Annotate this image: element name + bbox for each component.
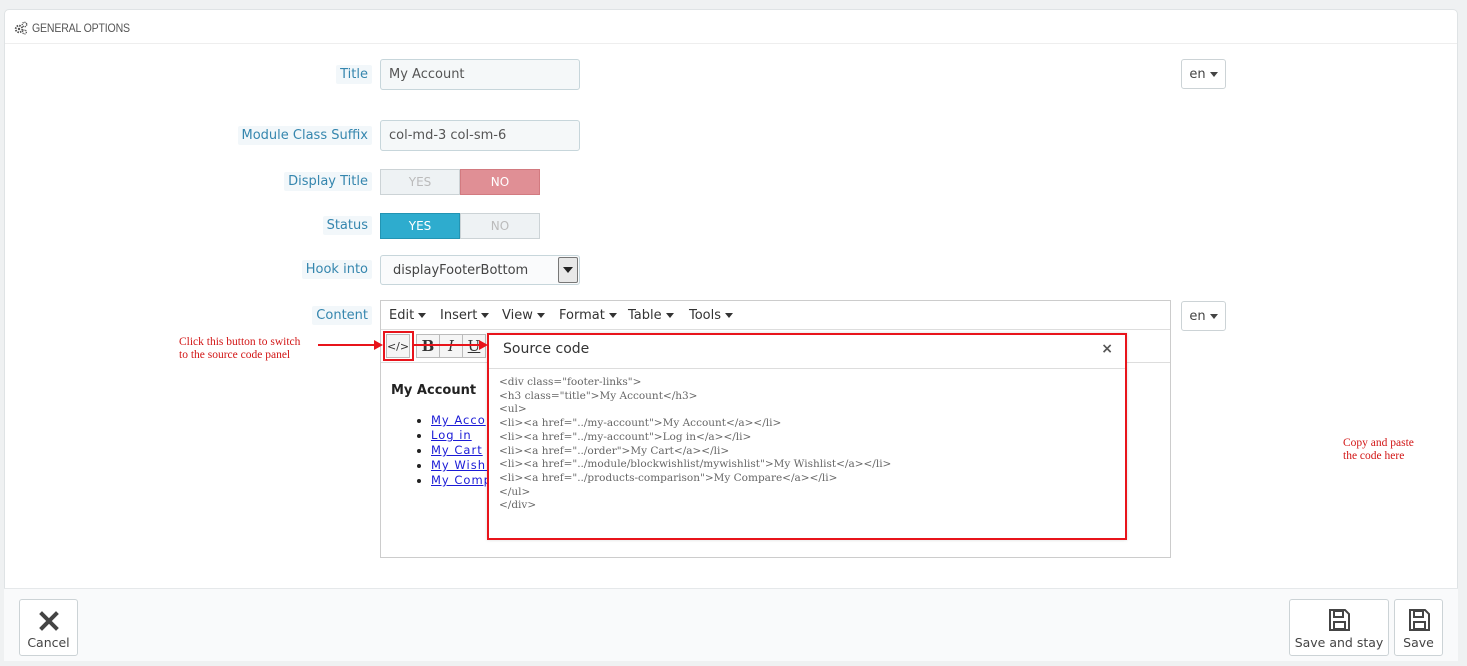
title-label-wrap: Title xyxy=(0,65,372,87)
menu-insert[interactable]: Insert xyxy=(440,308,490,323)
content-label: Content xyxy=(312,306,372,325)
hook-label-wrap: Hook into xyxy=(0,260,372,282)
display-title-label-wrap: Display Title xyxy=(0,172,372,194)
cancel-button[interactable]: Cancel xyxy=(19,599,78,656)
source-code-textarea[interactable]: <div class="footer-links"> <h3 class="ti… xyxy=(499,376,891,513)
caret-down-icon xyxy=(608,313,617,318)
source-dialog-header: Source code × xyxy=(489,335,1125,369)
close-icon[interactable]: × xyxy=(1101,341,1113,357)
suffix-label-wrap: Module Class Suffix xyxy=(0,126,372,148)
menu-table[interactable]: Table xyxy=(628,308,674,323)
source-code-dialog: Source code × <div class="footer-links">… xyxy=(487,333,1127,540)
title-input[interactable]: My Account xyxy=(380,59,580,90)
display-title-no[interactable]: NO xyxy=(460,169,540,195)
arrow-head-icon xyxy=(479,340,488,350)
caret-down-icon xyxy=(665,313,674,318)
editor-link[interactable]: My Acco xyxy=(431,413,492,428)
arrow-head-icon xyxy=(374,340,383,350)
annotation-arrow-2 xyxy=(414,344,482,346)
status-no[interactable]: NO xyxy=(460,213,540,239)
menu-format-label: Format xyxy=(559,308,605,323)
display-title-toggle[interactable]: YES NO xyxy=(380,169,540,195)
content-language-value: en xyxy=(1189,308,1206,324)
right-annotation-line1: Copy and paste xyxy=(1343,437,1414,449)
hook-select-value: displayFooterBottom xyxy=(393,263,529,278)
editor-link[interactable]: My Wishl xyxy=(431,458,492,473)
editor-link[interactable]: My Comp xyxy=(431,473,492,488)
menu-table-label: Table xyxy=(628,308,662,323)
left-annotation: Click this button to switch to the sourc… xyxy=(179,336,300,362)
menu-view-label: View xyxy=(502,308,533,323)
status-label-wrap: Status xyxy=(0,216,372,238)
display-title-label: Display Title xyxy=(284,172,372,191)
right-annotation-line2: the code here xyxy=(1343,450,1405,462)
save-icon xyxy=(1329,609,1350,631)
status-toggle[interactable]: YES NO xyxy=(380,213,540,239)
menu-tools-label: Tools xyxy=(689,308,722,323)
bold-icon[interactable]: B xyxy=(416,334,440,358)
editor-content[interactable]: My Account xyxy=(391,383,476,398)
menu-format[interactable]: Format xyxy=(559,308,617,323)
save-button[interactable]: Save xyxy=(1394,599,1443,656)
hook-label: Hook into xyxy=(301,260,372,279)
content-language-dropdown[interactable]: en xyxy=(1181,301,1226,331)
editor-link[interactable]: My Cart xyxy=(431,443,492,458)
dropdown-arrow-icon[interactable] xyxy=(558,257,578,283)
cancel-label: Cancel xyxy=(27,635,70,650)
menu-edit[interactable]: Edit xyxy=(389,308,427,323)
save-and-stay-button[interactable]: Save and stay xyxy=(1289,599,1389,656)
save-label: Save xyxy=(1403,635,1434,650)
source-dialog-title: Source code xyxy=(503,341,590,357)
panel-footer: Cancel Save and stay Save xyxy=(4,588,1458,661)
editor-link[interactable]: Log in xyxy=(431,428,492,443)
status-label: Status xyxy=(322,216,372,235)
save-and-stay-label: Save and stay xyxy=(1294,635,1384,650)
left-annotation-line1: Click this button to switch xyxy=(179,336,301,348)
close-icon xyxy=(38,611,59,631)
caret-down-icon xyxy=(536,313,545,318)
save-icon xyxy=(1408,609,1430,631)
source-button-highlight xyxy=(383,331,414,361)
editor-menubar: Edit Insert View Format Table Tools xyxy=(381,301,1170,330)
annotation-arrow xyxy=(318,344,378,346)
caret-down-icon xyxy=(418,313,427,318)
left-annotation-line2: to the source code panel xyxy=(179,349,291,361)
menu-edit-label: Edit xyxy=(389,308,415,323)
caret-down-icon xyxy=(725,313,734,318)
italic-icon[interactable]: I xyxy=(439,334,463,358)
panel-title: GENERAL OPTIONS xyxy=(32,21,130,35)
suffix-input[interactable]: col-md-3 col-sm-6 xyxy=(380,120,580,151)
panel-heading: GENERAL OPTIONS xyxy=(5,10,1457,44)
editor-heading: My Account xyxy=(391,383,477,398)
caret-down-icon xyxy=(481,313,490,318)
caret-down-icon xyxy=(1209,71,1218,77)
menu-tools[interactable]: Tools xyxy=(689,308,734,323)
cogs-icon xyxy=(14,21,28,35)
menu-insert-label: Insert xyxy=(440,308,478,323)
caret-down-icon xyxy=(1209,313,1218,319)
status-yes[interactable]: YES xyxy=(380,213,460,239)
title-language-dropdown[interactable]: en xyxy=(1181,59,1226,89)
title-language-value: en xyxy=(1189,66,1206,82)
content-label-wrap: Content xyxy=(0,306,372,328)
title-label: Title xyxy=(336,65,372,84)
menu-view[interactable]: View xyxy=(502,308,545,323)
editor-link-list: My Acco Log in My Cart My Wishl My Comp xyxy=(431,413,492,488)
hook-select[interactable]: displayFooterBottom xyxy=(380,255,580,285)
display-title-yes[interactable]: YES xyxy=(380,169,460,195)
right-annotation: Copy and paste the code here xyxy=(1343,437,1414,463)
suffix-label: Module Class Suffix xyxy=(237,126,372,145)
